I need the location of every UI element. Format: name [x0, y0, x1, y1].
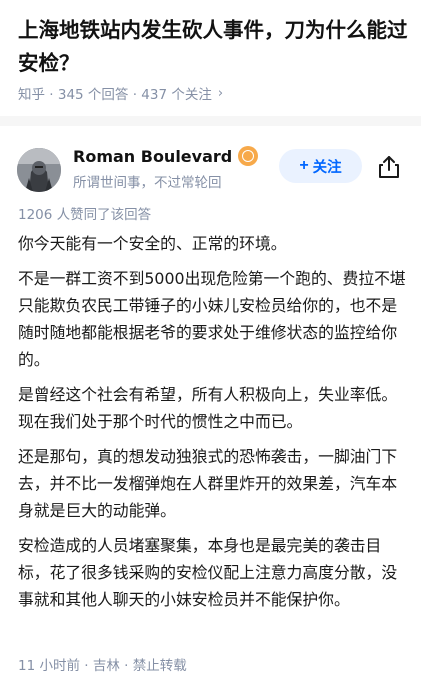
- certified-badge-icon: [238, 146, 259, 166]
- answer-footer: 11 小时前 · 吉林 · 禁止转载: [18, 658, 187, 674]
- upvote-count: 1206 人赞同了该回答: [18, 207, 152, 223]
- answer-paragraph: 还是那句，真的想发动独狼式的恐怖袭击，一脚油门下去，并不比一发榴弹炮在人群里炸开…: [18, 447, 398, 520]
- author-name-row[interactable]: Roman Boulevard: [73, 146, 259, 166]
- answer-paragraph: 不是一群工资不到5000出现危险第一个跑的、费拉不堪只能欺负农民工带锤子的小妹儿…: [18, 269, 406, 369]
- answer-paragraph: 你今天能有一个安全的、正常的环境。: [18, 234, 287, 253]
- answer-content: 你今天能有一个安全的、正常的环境。 不是一群工资不到5000出现危险第一个跑的、…: [18, 230, 410, 621]
- follow-label: 关注: [312, 159, 342, 176]
- answer-paragraph: 安检造成的人员堵塞聚集，本身也是最完美的袭击目标，花了很多钱采购的安检仪配上注意…: [18, 536, 398, 609]
- follow-button[interactable]: + 关注: [279, 149, 362, 183]
- question-stats: 知乎 · 345 个回答 · 437 个关注: [18, 87, 212, 103]
- question-meta[interactable]: 知乎 · 345 个回答 · 437 个关注 ›: [18, 83, 224, 104]
- share-icon[interactable]: [376, 154, 402, 180]
- author-bar: Roman Boulevard 所谓世间事，不过常轮回 + 关注: [0, 126, 421, 196]
- section-divider: [0, 116, 421, 126]
- answer-paragraph: 是曾经这个社会有希望，所有人积极向上，失业率低。现在我们处于那个时代的惯性之中而…: [18, 385, 398, 431]
- plus-icon: +: [299, 157, 309, 174]
- question-title[interactable]: 上海地铁站内发生砍人事件，刀为什么能过安检？: [18, 14, 410, 80]
- author-name[interactable]: Roman Boulevard: [73, 147, 232, 166]
- author-bio: 所谓世间事，不过常轮回: [73, 175, 222, 191]
- chevron-right-icon: ›: [217, 85, 224, 101]
- question-header: 上海地铁站内发生砍人事件，刀为什么能过安检？ 知乎 · 345 个回答 · 43…: [0, 0, 421, 126]
- avatar[interactable]: [17, 148, 61, 192]
